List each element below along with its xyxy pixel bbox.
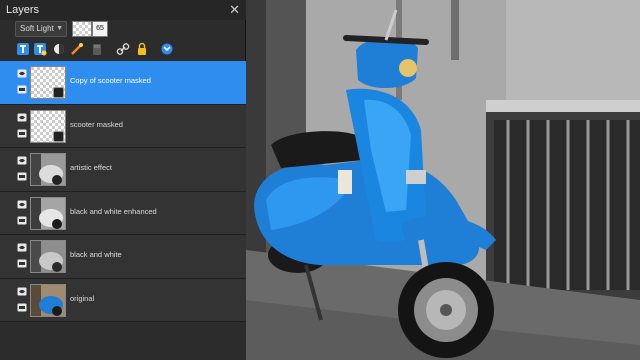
visibility-icon[interactable]	[17, 200, 27, 209]
effect-icon[interactable]	[70, 42, 84, 56]
layer-type-icon	[17, 85, 27, 94]
layer-toolbar	[0, 40, 246, 58]
blend-mode-select[interactable]: Soft Light ▼	[15, 21, 67, 37]
layer-type-icon	[17, 216, 27, 225]
chevron-down-icon: ▼	[56, 25, 63, 32]
layer-name: black and white	[70, 250, 122, 259]
layer-name: scooter masked	[70, 119, 123, 129]
layer-name: artistic effect	[70, 163, 112, 172]
layer-mask-thumbnail[interactable]	[53, 87, 64, 98]
layer-type-icon	[17, 259, 27, 268]
opacity-preview	[72, 21, 92, 37]
layer-thumbnail	[30, 196, 66, 230]
visibility-icon[interactable]	[17, 287, 27, 296]
layer-name: black and white enhanced	[70, 206, 157, 216]
layer-name: Copy of scooter masked	[70, 76, 151, 85]
layer-thumbnail	[30, 240, 66, 273]
blend-mode-value: Soft Light	[20, 24, 54, 33]
close-icon[interactable]: ✕	[229, 2, 240, 18]
layer-row-scooter-masked[interactable]: scooter masked	[0, 104, 246, 148]
opacity-field[interactable]: 65	[92, 21, 108, 37]
layer-type-icon	[17, 172, 27, 181]
new-layer-icon[interactable]	[16, 42, 30, 56]
panel-titlebar[interactable]: Layers ✕	[0, 0, 246, 20]
layer-row-artistic-effect[interactable]: artistic effect	[0, 148, 246, 192]
merge-icon[interactable]	[160, 42, 174, 56]
layers-panel: Layers ✕ Soft Light ▼ 65 Copy of scooter…	[0, 0, 246, 360]
layer-row-black-and-white-enhanced[interactable]: black and white enhanced	[0, 191, 246, 235]
adjustment-layer-icon[interactable]	[52, 42, 66, 56]
canvas-photo[interactable]	[246, 0, 640, 360]
layer-name: original	[70, 293, 95, 303]
layer-row-copy-of-scooter-masked[interactable]: Copy of scooter masked	[0, 61, 246, 105]
new-mask-icon[interactable]	[33, 42, 47, 56]
layer-thumbnail	[30, 153, 66, 186]
panel-empty-area	[0, 322, 246, 360]
lock-icon[interactable]	[135, 42, 149, 56]
layer-row-original[interactable]: original	[0, 278, 246, 322]
layer-row-black-and-white[interactable]: black and white	[0, 235, 246, 279]
panel-title: Layers	[6, 4, 40, 16]
link-icon[interactable]	[116, 42, 130, 56]
visibility-icon[interactable]	[17, 156, 27, 165]
layer-mask-thumbnail[interactable]	[53, 130, 64, 142]
layer-list: Copy of scooter masked scooter masked ar…	[0, 61, 246, 322]
visibility-icon[interactable]	[17, 243, 27, 252]
layer-thumbnail	[30, 283, 66, 317]
layer-type-icon	[17, 303, 27, 312]
delete-layer-icon[interactable]	[90, 42, 104, 56]
layer-type-icon	[17, 129, 27, 138]
visibility-icon[interactable]	[17, 113, 27, 122]
visibility-icon[interactable]	[17, 69, 27, 78]
layer-properties-row: Soft Light ▼ 65	[0, 20, 246, 38]
scooter-photo	[246, 0, 640, 360]
